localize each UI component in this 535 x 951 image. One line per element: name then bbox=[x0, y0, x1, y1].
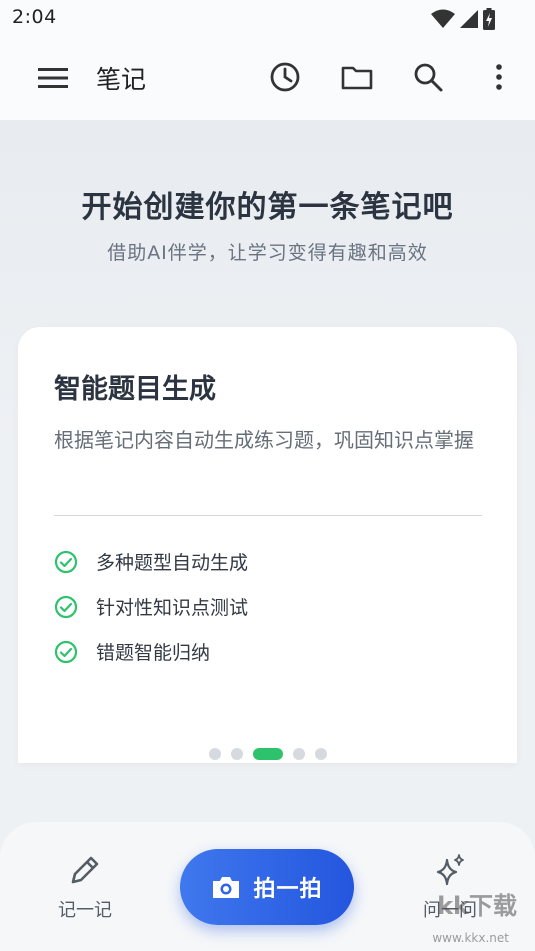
menu-icon[interactable] bbox=[38, 66, 68, 90]
folder-icon[interactable] bbox=[340, 60, 374, 94]
status-bar: 2:04 bbox=[0, 0, 535, 36]
more-vertical-icon[interactable] bbox=[482, 60, 516, 94]
page-dot[interactable] bbox=[314, 748, 327, 760]
sparkle-icon bbox=[436, 854, 464, 886]
note-label: 记一记 bbox=[58, 900, 112, 921]
hero-subtitle: 借助AI伴学，让学习变得有趣和高效 bbox=[107, 242, 428, 264]
page-indicator bbox=[18, 747, 517, 761]
feature-list: 多种题型自动生成 针对性知识点测试 错题智能归纳 bbox=[54, 539, 484, 674]
watermark-url: www.kkx.net bbox=[432, 931, 509, 945]
feature-text: 错题智能归纳 bbox=[96, 642, 211, 664]
search-icon[interactable] bbox=[411, 60, 445, 94]
history-icon[interactable] bbox=[268, 60, 302, 94]
page-dot[interactable] bbox=[230, 748, 243, 760]
photo-button[interactable]: 拍一拍 bbox=[180, 849, 354, 925]
photo-label: 拍一拍 bbox=[253, 877, 323, 902]
page-dot-active[interactable] bbox=[252, 748, 283, 760]
battery-icon bbox=[483, 8, 495, 30]
card-description: 根据笔记内容自动生成练习题，巩固知识点掌握 bbox=[54, 428, 474, 452]
card-title: 智能题目生成 bbox=[54, 374, 216, 405]
check-circle-icon bbox=[54, 550, 78, 573]
status-icons bbox=[431, 8, 495, 30]
bottom-nav: 记一记 拍一拍 问一问 kk下载 www.kkx.net bbox=[0, 822, 535, 951]
status-time: 2:04 bbox=[12, 6, 57, 28]
app-bar: 笔记 bbox=[0, 36, 535, 120]
page-dot[interactable] bbox=[208, 748, 221, 760]
check-circle-icon bbox=[54, 595, 78, 618]
list-item: 针对性知识点测试 bbox=[54, 584, 484, 629]
feature-text: 多种题型自动生成 bbox=[96, 552, 249, 574]
list-item: 多种题型自动生成 bbox=[54, 539, 484, 584]
wifi-icon bbox=[431, 9, 455, 28]
page-title: 笔记 bbox=[96, 65, 147, 94]
feature-text: 针对性知识点测试 bbox=[96, 597, 249, 619]
page-dot[interactable] bbox=[292, 748, 305, 760]
list-item: 错题智能归纳 bbox=[54, 629, 484, 674]
check-circle-icon bbox=[54, 640, 78, 663]
watermark-brand: kk下载 bbox=[437, 892, 517, 920]
note-button[interactable]: 记一记 bbox=[45, 852, 125, 922]
divider bbox=[54, 515, 482, 516]
feature-card[interactable]: 智能题目生成 根据笔记内容自动生成练习题，巩固知识点掌握 多种题型自动生成 针对… bbox=[18, 327, 517, 763]
signal-icon bbox=[460, 10, 478, 28]
camera-icon bbox=[213, 877, 240, 898]
pencil-icon bbox=[71, 856, 99, 884]
hero-title: 开始创建你的第一条笔记吧 bbox=[81, 190, 454, 225]
